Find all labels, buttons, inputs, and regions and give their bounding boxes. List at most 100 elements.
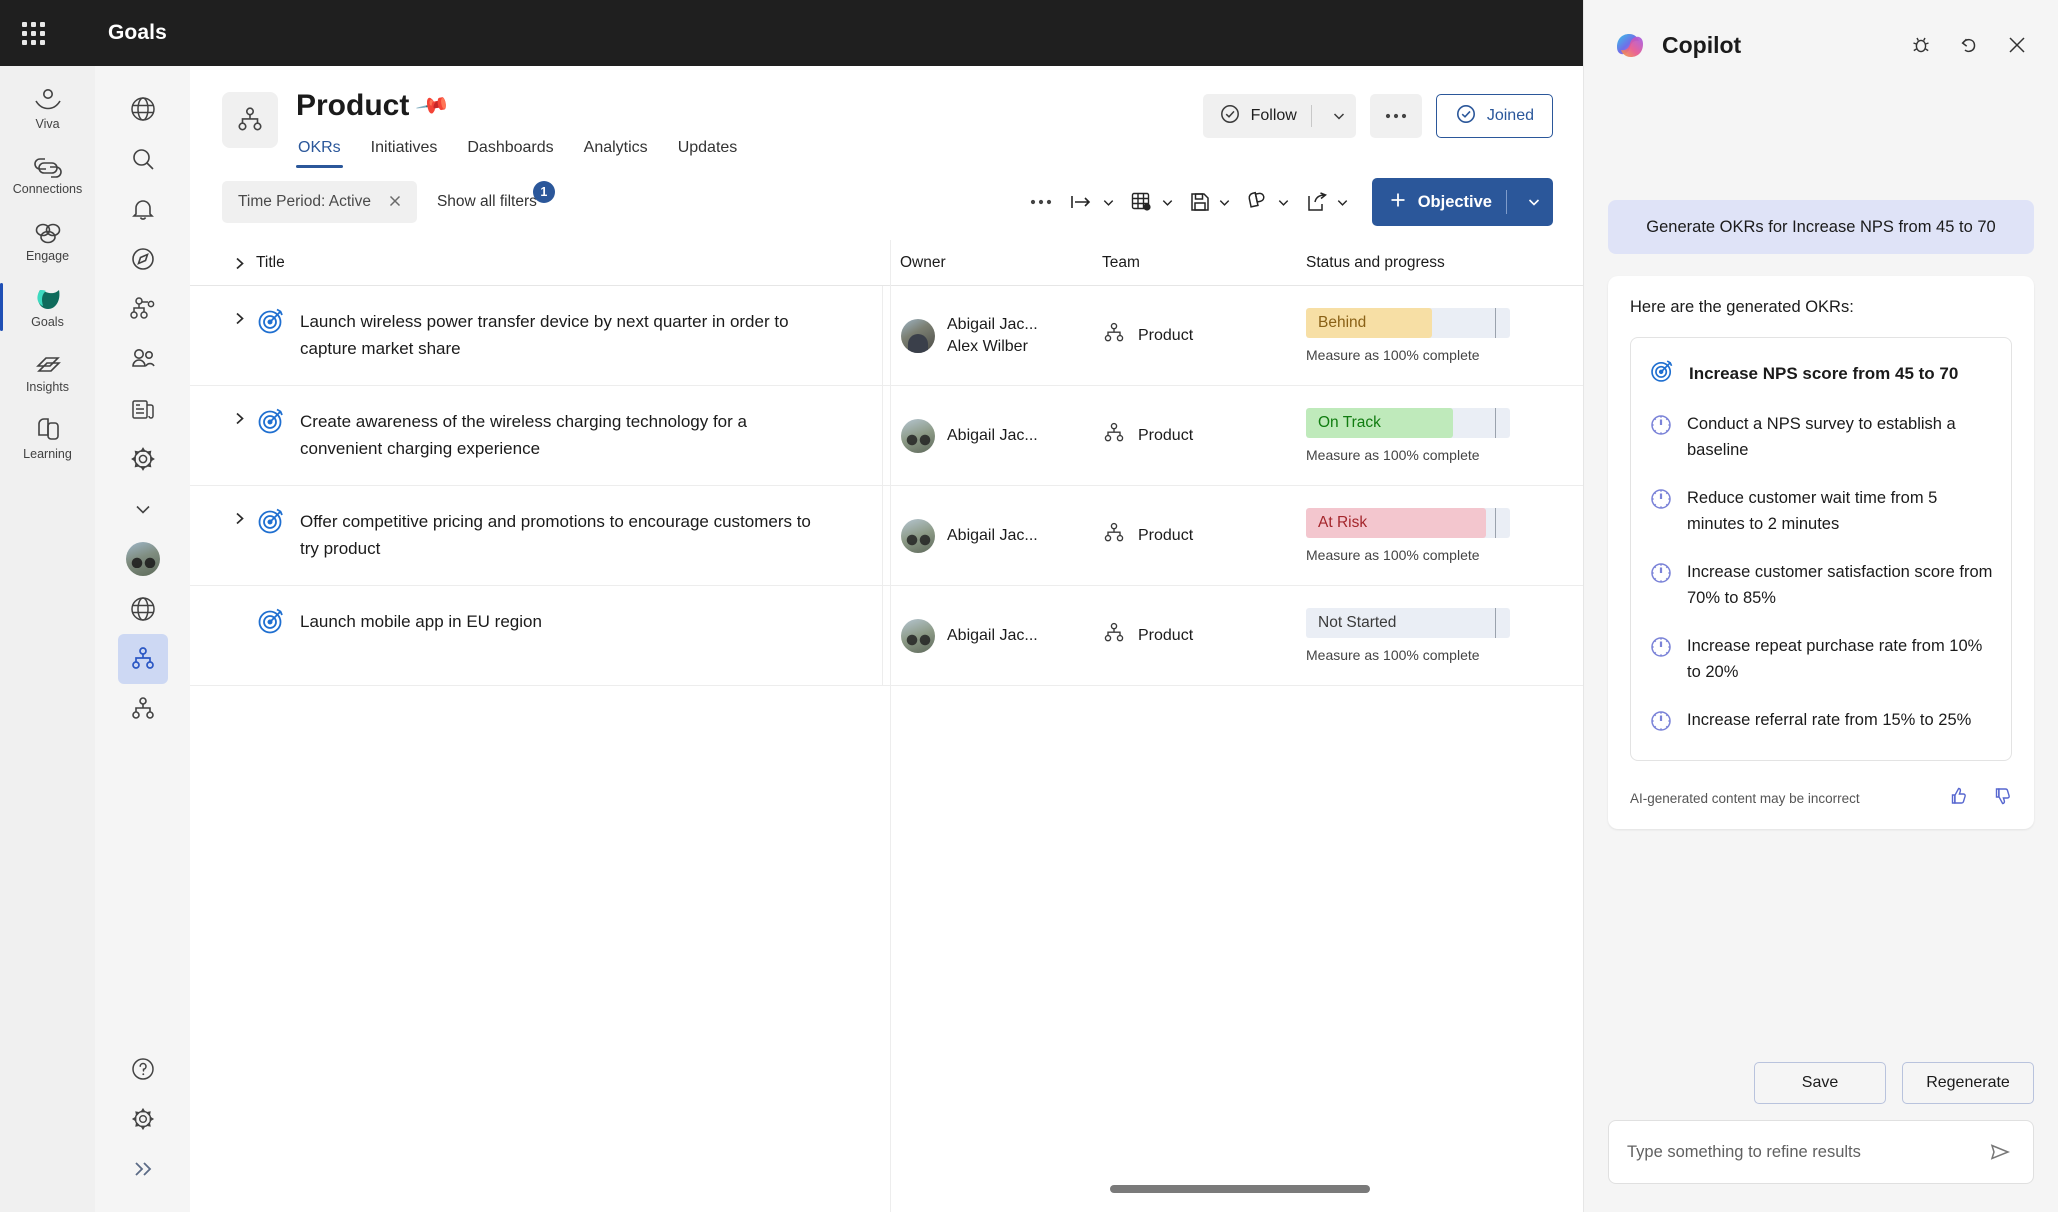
user-avatar-icon[interactable] [118, 534, 168, 584]
row-title: Launch wireless power transfer device by… [300, 312, 789, 358]
team-name: Product [1138, 426, 1194, 444]
viva-person-icon [34, 88, 61, 109]
tab-updates[interactable]: Updates [676, 134, 740, 168]
chevron-down-icon[interactable] [1326, 94, 1352, 138]
page-title-text: Product [296, 89, 410, 122]
measure-text: Measure as 100% complete [1306, 347, 1480, 363]
learning-pages-icon [37, 417, 59, 440]
table-settings-button[interactable] [1124, 180, 1181, 224]
globe-icon[interactable] [118, 84, 168, 134]
globe-icon[interactable] [118, 584, 168, 634]
follow-label: Follow [1250, 107, 1297, 124]
thumbs-up-icon[interactable] [1946, 785, 1968, 812]
table-row[interactable]: Launch mobile app in EU region Abigail J… [190, 586, 1583, 686]
refine-input[interactable] [1627, 1142, 1975, 1162]
close-icon[interactable] [387, 193, 403, 212]
sidebar-item-label: Connections [12, 181, 83, 196]
follow-button[interactable]: Follow [1202, 94, 1356, 138]
add-objective-button[interactable]: Objective [1371, 178, 1553, 226]
org-chart-icon-selected[interactable] [117, 634, 168, 684]
sidebar-item-label: Insights [25, 379, 70, 394]
save-view-button[interactable] [1183, 180, 1238, 224]
add-objective-label: Objective [1417, 192, 1492, 211]
key-result-item[interactable]: Increase referral rate from 15% to 25% [1649, 707, 1993, 738]
bell-icon[interactable] [118, 184, 168, 234]
copilot-conversation: Generate OKRs for Increase NPS from 45 t… [1584, 90, 2058, 1062]
key-result-item[interactable]: Reduce customer wait time from 5 minutes… [1649, 485, 1993, 537]
save-button[interactable]: Save [1754, 1062, 1886, 1104]
search-icon[interactable] [118, 134, 168, 184]
toolbar-more-button[interactable] [1021, 180, 1061, 224]
bug-icon[interactable] [1904, 28, 1938, 62]
page-title: Product 📌 [296, 87, 1203, 124]
expand-all-chevron-icon[interactable] [222, 253, 256, 272]
expand-row-chevron-icon[interactable] [222, 308, 256, 327]
column-header-title: Title [222, 253, 882, 272]
gauge-icon [1649, 487, 1673, 516]
tab-okrs[interactable]: OKRs [296, 134, 343, 168]
team-name: Product [1138, 326, 1194, 344]
column-divider [890, 240, 891, 1212]
copilot-input-row[interactable] [1608, 1120, 2034, 1184]
key-result-text: Increase repeat purchase rate from 10% t… [1687, 637, 1983, 681]
show-all-filters-button[interactable]: Show all filters 1 [437, 181, 555, 211]
expand-row-chevron-icon[interactable] [222, 508, 256, 527]
table-row[interactable]: Create awareness of the wireless chargin… [190, 386, 1583, 486]
tab-dashboards[interactable]: Dashboards [465, 134, 555, 168]
filter-chip-label: Time Period: Active [238, 193, 371, 210]
filter-chip-time-period[interactable]: Time Period: Active [222, 181, 417, 223]
help-circle-icon[interactable] [118, 1044, 168, 1094]
status-progress-bar: At Risk [1306, 508, 1510, 538]
news-icon[interactable] [118, 384, 168, 434]
sidebar-item-engage[interactable]: Engage [0, 208, 95, 274]
column-header-title-label: Title [256, 253, 285, 271]
people-icon[interactable] [118, 334, 168, 384]
compass-icon[interactable] [118, 234, 168, 284]
target-icon [256, 506, 286, 541]
sidebar-item-viva[interactable]: Viva [0, 76, 95, 142]
chevron-down-icon[interactable] [1521, 180, 1547, 224]
key-result-item[interactable]: Increase repeat purchase rate from 10% t… [1649, 633, 1993, 685]
share-export-button[interactable] [1299, 180, 1356, 224]
copy-pages-button[interactable] [1240, 180, 1297, 224]
chevron-down-icon[interactable] [118, 484, 168, 534]
joined-button[interactable]: Joined [1435, 94, 1553, 138]
expand-chevrons-icon[interactable] [118, 1144, 168, 1194]
sidebar-item-insights[interactable]: Insights [0, 340, 95, 406]
tab-initiatives[interactable]: Initiatives [369, 134, 440, 168]
key-result-item[interactable]: Increase customer satisfaction score fro… [1649, 559, 1993, 611]
sidebar-item-connections[interactable]: Connections [0, 142, 95, 208]
ellipsis-icon [1030, 199, 1051, 205]
key-result-item[interactable]: Conduct a NPS survey to establish a base… [1649, 411, 1993, 463]
pin-icon[interactable]: 📌 [411, 83, 454, 128]
org-chart-icon [1102, 521, 1126, 550]
org-chart-icon[interactable] [118, 684, 168, 734]
table-row[interactable]: Offer competitive pricing and promotions… [190, 486, 1583, 586]
scrollbar-thumb[interactable] [1110, 1185, 1370, 1193]
app-launcher-icon[interactable] [0, 0, 66, 66]
indent-arrow-button[interactable] [1063, 180, 1122, 224]
more-options-button[interactable] [1369, 94, 1422, 138]
close-icon[interactable] [2000, 28, 2034, 62]
expand-row-chevron-icon[interactable] [222, 408, 256, 427]
avatar [901, 618, 935, 653]
objective-item[interactable]: Increase NPS score from 45 to 70 [1649, 358, 1993, 389]
sidebar-item-learning[interactable]: Learning [0, 406, 95, 472]
thumbs-down-icon[interactable] [1990, 785, 2012, 812]
tab-analytics[interactable]: Analytics [582, 134, 650, 168]
measure-text: Measure as 100% complete [1306, 547, 1480, 563]
org-chart-icon[interactable] [118, 284, 168, 334]
gear-icon[interactable] [118, 1094, 168, 1144]
table-row[interactable]: Launch wireless power transfer device by… [190, 286, 1583, 386]
table-toolbar: Time Period: Active Show all filters 1 O… [190, 168, 1583, 240]
regenerate-button[interactable]: Regenerate [1902, 1062, 2034, 1104]
page-header: Product 📌 OKRs Initiatives Dashboards An… [190, 66, 1583, 168]
undo-arrow-icon[interactable] [1952, 28, 1986, 62]
sidebar-item-goals[interactable]: Goals [0, 274, 95, 340]
row-owner-cell: Abigail Jac... [882, 586, 1094, 685]
horizontal-scrollbar[interactable] [890, 1178, 1583, 1200]
gear-icon[interactable] [118, 434, 168, 484]
key-result-text: Increase customer satisfaction score fro… [1687, 563, 1993, 607]
team-name: Product [1138, 626, 1194, 644]
send-icon[interactable] [1985, 1137, 2015, 1167]
